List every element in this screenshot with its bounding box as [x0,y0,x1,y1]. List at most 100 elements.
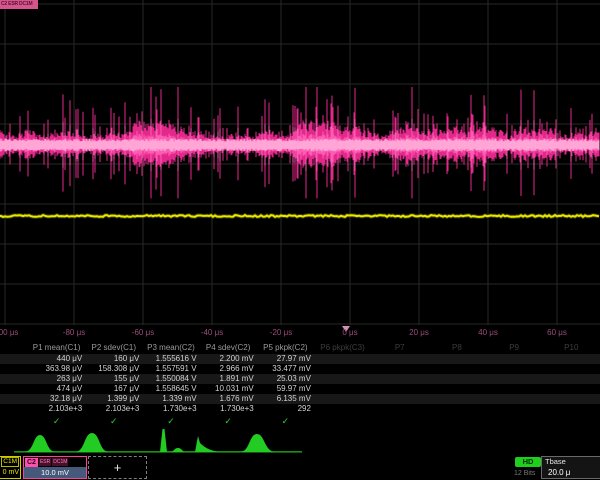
measure-value [428,364,485,374]
oscilloscope-screen: C2 ESR DC1M -100 μs-80 μs-60 μs-40 μs-20… [0,0,600,480]
measure-value [314,394,371,404]
c2-descriptor-header: C2 ESR DC1M [24,457,86,467]
measure-header[interactable]: P2 sdev(C1) [85,341,142,354]
measure-value: 33.477 mV [257,364,314,374]
measure-value: 1.891 mV [200,374,257,384]
measure-header[interactable]: P1 mean(C1) [28,341,85,354]
c2-mini-descriptor-badge: C2 ESR DC1M [0,0,38,9]
histicon-p3-tail [170,448,186,452]
c1-descriptor-box[interactable]: C1M 0 mV [0,456,21,479]
measure-value: 1.555616 V [142,354,199,364]
measure-value: 27.97 mV [257,354,314,364]
histicon-p2 [75,433,109,452]
measure-value: 160 μV [85,354,142,364]
c2-coupling-badge: DC1M [52,458,68,466]
measure-value [428,404,485,414]
measure-value [486,364,543,374]
measure-value [314,404,371,414]
measure-header[interactable]: P5 pkpk(C2) [257,341,314,354]
timebase-value: 20.0 μ [548,467,570,478]
measure-status: ✓ [28,414,85,428]
measure-header[interactable]: P4 sdev(C2) [200,341,257,354]
measure-status: ✓ [257,414,314,428]
measure-value [314,384,371,394]
measure-value [543,374,600,384]
measure-row-stub [0,384,28,394]
graticule [0,0,600,341]
add-channel-button[interactable]: + [88,456,147,479]
measure-value: 2.966 mV [200,364,257,374]
c1-coupling-label: C1M [1,457,19,467]
time-axis-label: -60 μs [132,328,154,337]
measure-value [371,374,428,384]
measure-value [543,384,600,394]
measure-row-stub [0,414,28,428]
measure-status [543,414,600,428]
measure-value: 440 μV [28,354,85,364]
measure-value: 1.339 mV [142,394,199,404]
measure-value [314,374,371,384]
measure-value: 167 μV [85,384,142,394]
measure-value: 59.97 mV [257,384,314,394]
measure-row-stub [0,364,28,374]
measure-value [314,364,371,374]
measure-value [486,374,543,384]
measure-status [486,414,543,428]
measure-value: 32.18 μV [28,394,85,404]
c2-volts-per-div: 10.0 mV [24,467,86,478]
measure-value [428,374,485,384]
measure-value [543,404,600,414]
timebase-descriptor-box[interactable]: Tbase 20.0 μ [541,456,600,479]
measure-header[interactable]: P3 mean(C2) [142,341,199,354]
measure-value [371,404,428,414]
measure-value: 1.399 μV [85,394,142,404]
measure-value [428,384,485,394]
measure-value: 1.550084 V [142,374,199,384]
measure-status: ✓ [200,414,257,428]
measure-header[interactable]: P10 [543,341,600,354]
measure-value: 158.308 μV [85,364,142,374]
hd-mode-badge[interactable]: HD [515,457,541,467]
measure-row-stub [0,341,28,354]
measure-value: 6.135 mV [257,394,314,404]
measure-value [486,404,543,414]
c1-volts-per-div: 0 mV [3,468,19,477]
measure-value [371,364,428,374]
histicon-p5 [240,434,276,452]
waveform-grid: C2 ESR DC1M [0,0,600,341]
time-axis-label: -40 μs [201,328,223,337]
measure-row-stub [0,394,28,404]
measure-value: 2.103e+3 [28,404,85,414]
measure-value: 2.200 mV [200,354,257,364]
measure-value [543,364,600,374]
histicon-p3 [160,429,167,452]
measure-header[interactable]: P8 [428,341,485,354]
measure-value [314,354,371,364]
measure-value: 2.103e+3 [85,404,142,414]
time-axis-label: 0 μs [342,328,357,337]
measure-value [486,354,543,364]
time-axis-label: -80 μs [63,328,85,337]
measure-row-stub [0,404,28,414]
measure-value [371,394,428,404]
measure-status [371,414,428,428]
measure-value: 25.03 mV [257,374,314,384]
waveform-plot [0,0,600,341]
time-axis-label: -20 μs [270,328,292,337]
measure-value: 292 [257,404,314,414]
measure-value: 1.730e+3 [200,404,257,414]
measure-status [428,414,485,428]
measure-row-stub [0,374,28,384]
time-axis-label: 20 μs [409,328,429,337]
measure-value: 10.031 mV [200,384,257,394]
time-axis-label: 40 μs [478,328,498,337]
measure-header[interactable]: P9 [486,341,543,354]
c2-descriptor-box[interactable]: C2 ESR DC1M 10.0 mV [23,456,87,479]
time-axis: -100 μs-80 μs-60 μs-40 μs-20 μs0 μs20 μs… [0,325,600,341]
measure-header[interactable]: P6 pkpk(C3) [314,341,371,354]
measure-value: 1.676 mV [200,394,257,404]
histicon-p1 [24,435,56,452]
measure-value [371,354,428,364]
measure-header[interactable]: P7 [371,341,428,354]
measure-table: P1 mean(C1)P2 sdev(C1)P3 mean(C2)P4 sdev… [0,341,600,428]
